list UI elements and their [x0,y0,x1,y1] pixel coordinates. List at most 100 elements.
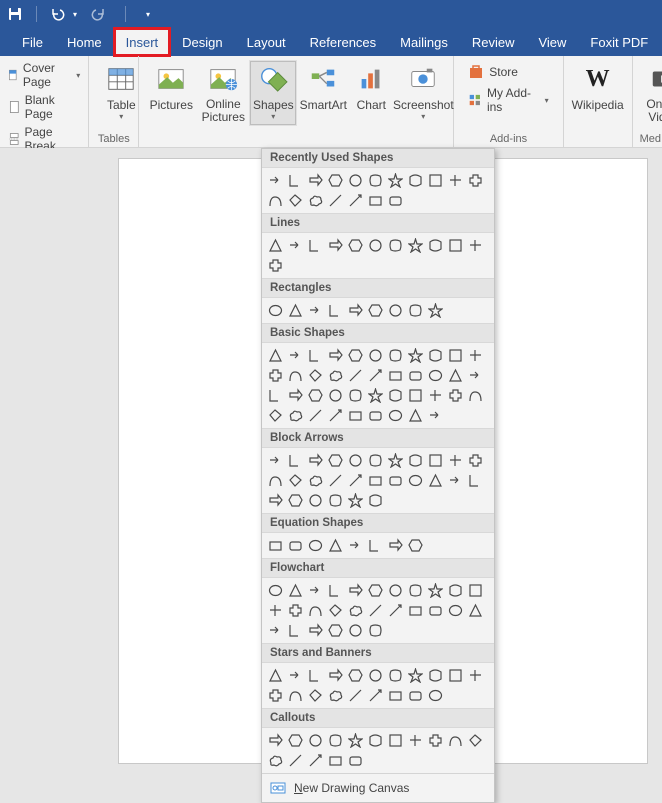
shape-swatch[interactable] [326,601,345,620]
shape-swatch[interactable] [426,171,445,190]
shape-swatch[interactable] [366,451,385,470]
shape-swatch[interactable] [326,301,345,320]
shape-swatch[interactable] [406,171,425,190]
shape-swatch[interactable] [346,366,365,385]
shape-swatch[interactable] [346,491,365,510]
shape-swatch[interactable] [446,346,465,365]
online-pictures-button[interactable]: OnlinePictures [197,60,249,126]
tab-view[interactable]: View [526,28,578,56]
shape-swatch[interactable] [426,581,445,600]
shape-swatch[interactable] [426,686,445,705]
shape-swatch[interactable] [426,601,445,620]
shape-swatch[interactable] [306,301,325,320]
shape-swatch[interactable] [346,346,365,365]
shape-swatch[interactable] [346,236,365,255]
shape-swatch[interactable] [266,386,285,405]
shape-swatch[interactable] [306,451,325,470]
shape-swatch[interactable] [386,451,405,470]
shape-swatch[interactable] [266,536,285,555]
chart-button[interactable]: Chart [349,60,393,126]
shape-swatch[interactable] [446,171,465,190]
shape-swatch[interactable] [386,686,405,705]
shape-swatch[interactable] [406,406,425,425]
shape-swatch[interactable] [426,451,445,470]
shape-swatch[interactable] [326,236,345,255]
shape-swatch[interactable] [326,191,345,210]
tab-foxit[interactable]: Foxit PDF [578,28,660,56]
shape-swatch[interactable] [286,686,305,705]
shape-swatch[interactable] [286,346,305,365]
screenshot-button[interactable]: Screenshot ▾ [393,60,453,126]
shape-swatch[interactable] [326,471,345,490]
wikipedia-button[interactable]: W Wikipedia [570,60,626,114]
shape-swatch[interactable] [306,621,325,640]
shape-swatch[interactable] [346,581,365,600]
cover-page-button[interactable]: Cover Page ▾ [6,60,82,90]
shape-swatch[interactable] [466,731,485,750]
shape-swatch[interactable] [406,366,425,385]
tab-review[interactable]: Review [460,28,527,56]
shape-swatch[interactable] [266,491,285,510]
new-drawing-canvas-button[interactable]: New Drawing Canvas [262,773,494,802]
shape-swatch[interactable] [406,581,425,600]
shape-swatch[interactable] [266,256,285,275]
shape-swatch[interactable] [306,581,325,600]
shape-swatch[interactable] [266,621,285,640]
shape-swatch[interactable] [326,406,345,425]
shape-swatch[interactable] [366,346,385,365]
shape-swatch[interactable] [366,581,385,600]
shape-swatch[interactable] [286,386,305,405]
shape-swatch[interactable] [426,366,445,385]
shape-swatch[interactable] [286,581,305,600]
shape-swatch[interactable] [286,451,305,470]
shape-swatch[interactable] [466,471,485,490]
tab-file[interactable]: File [10,28,55,56]
shape-swatch[interactable] [366,301,385,320]
shape-swatch[interactable] [326,731,345,750]
shape-swatch[interactable] [386,236,405,255]
shape-swatch[interactable] [406,346,425,365]
shape-swatch[interactable] [346,386,365,405]
shape-swatch[interactable] [406,666,425,685]
shapes-button[interactable]: Shapes ▾ [249,60,297,126]
shape-swatch[interactable] [306,686,325,705]
shape-swatch[interactable] [346,601,365,620]
tab-home[interactable]: Home [55,28,114,56]
save-icon[interactable] [6,5,24,23]
shape-swatch[interactable] [306,536,325,555]
shape-swatch[interactable] [266,346,285,365]
shape-swatch[interactable] [466,581,485,600]
shape-swatch[interactable] [406,536,425,555]
shape-swatch[interactable] [406,731,425,750]
shape-swatch[interactable] [446,471,465,490]
shape-swatch[interactable] [406,471,425,490]
shape-swatch[interactable] [426,471,445,490]
shape-swatch[interactable] [446,366,465,385]
shape-swatch[interactable] [346,301,365,320]
shape-swatch[interactable] [326,386,345,405]
shape-swatch[interactable] [306,236,325,255]
shape-swatch[interactable] [466,346,485,365]
shape-swatch[interactable] [326,686,345,705]
shape-swatch[interactable] [366,386,385,405]
smartart-button[interactable]: SmartArt [297,60,349,126]
shape-swatch[interactable] [386,191,405,210]
shape-swatch[interactable] [386,366,405,385]
shape-swatch[interactable] [466,601,485,620]
shape-swatch[interactable] [366,731,385,750]
store-button[interactable]: Store [468,64,548,80]
tab-layout[interactable]: Layout [235,28,298,56]
shape-swatch[interactable] [266,301,285,320]
shape-swatch[interactable] [266,601,285,620]
shape-swatch[interactable] [326,346,345,365]
shape-swatch[interactable] [466,386,485,405]
shape-swatch[interactable] [326,171,345,190]
shape-swatch[interactable] [286,471,305,490]
shape-swatch[interactable] [466,236,485,255]
shape-swatch[interactable] [286,731,305,750]
shape-swatch[interactable] [286,366,305,385]
shape-swatch[interactable] [386,406,405,425]
shape-swatch[interactable] [446,451,465,470]
tab-references[interactable]: References [298,28,388,56]
shape-swatch[interactable] [366,236,385,255]
